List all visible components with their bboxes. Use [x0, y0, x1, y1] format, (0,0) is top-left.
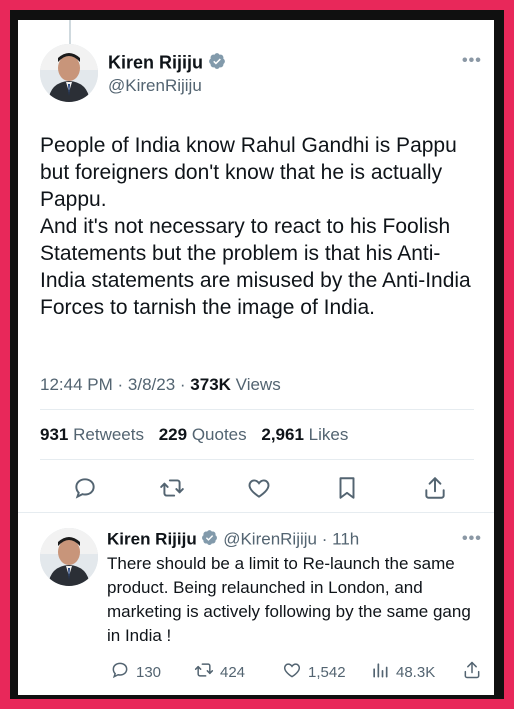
views-icon	[370, 660, 390, 684]
thread-line	[69, 20, 71, 46]
tweet-paragraph: And it's not necessary to react to his F…	[40, 215, 471, 319]
meta-dot: ·	[321, 529, 328, 549]
reply-icon[interactable]	[72, 475, 102, 505]
tweet-time[interactable]: 12:44 PM	[40, 375, 113, 394]
reply-icon	[110, 660, 130, 684]
retweet-count: 424	[220, 663, 246, 681]
reply-count: 130	[136, 663, 162, 681]
tweet-text: People of India know Rahul Gandhi is Pap…	[40, 132, 480, 321]
views-label: Views	[235, 375, 281, 394]
author-handle[interactable]: @KirenRijiju	[108, 76, 202, 96]
engagement-stats: 931 Retweets 229 Quotes 2,961 Likes	[40, 425, 358, 445]
verified-badge-icon	[201, 529, 218, 551]
more-options-icon[interactable]: •••	[462, 52, 482, 70]
like-count: 1,542	[308, 663, 346, 681]
reply-button[interactable]: 130	[110, 660, 161, 684]
avatar[interactable]	[40, 528, 98, 586]
more-options-icon[interactable]: •••	[462, 530, 482, 548]
reply-actions-bar: 130 424 1,542 48.3K	[18, 660, 494, 684]
views-count: 373K	[190, 375, 231, 394]
divider	[18, 512, 494, 513]
share-icon[interactable]	[422, 475, 452, 505]
reply-text: There should be a limit to Re-launch the…	[107, 554, 471, 645]
views-count: 48.3K	[396, 663, 436, 681]
reply-header: Kiren Rijiju @KirenRijiju · 11h	[107, 529, 359, 551]
meta-dot: ·	[179, 375, 191, 394]
avatar[interactable]	[40, 44, 98, 102]
likes-stat[interactable]: 2,961 Likes	[261, 425, 348, 444]
author-name[interactable]: Kiren Rijiju	[108, 52, 226, 75]
retweets-stat[interactable]: 931 Retweets	[40, 425, 144, 444]
like-icon[interactable]	[246, 475, 276, 505]
retweet-button[interactable]: 424	[194, 660, 245, 684]
views-button[interactable]: 48.3K	[370, 660, 435, 684]
share-button[interactable]	[462, 660, 482, 684]
tweet-age[interactable]: 11h	[332, 529, 359, 548]
divider	[40, 459, 474, 460]
share-icon	[462, 660, 482, 684]
like-button[interactable]: 1,542	[282, 660, 346, 684]
tweet-paragraph: People of India know Rahul Gandhi is Pap…	[40, 134, 457, 211]
tweet-date[interactable]: 3/8/23	[128, 375, 175, 394]
verified-badge-icon	[208, 52, 226, 75]
author-name[interactable]: Kiren Rijiju	[107, 529, 197, 548]
tweet-card: Kiren Rijiju @KirenRijiju ••• People of …	[18, 20, 494, 695]
retweet-icon	[194, 660, 214, 684]
divider	[40, 409, 474, 410]
author-handle[interactable]: @KirenRijiju	[223, 529, 317, 548]
bookmark-icon[interactable]	[334, 475, 364, 505]
tweet-actions-bar	[18, 475, 494, 505]
retweet-icon[interactable]	[159, 475, 189, 505]
dark-frame: Kiren Rijiju @KirenRijiju ••• People of …	[10, 10, 504, 699]
tweet-metadata: 12:44 PM · 3/8/23 · 373K Views	[40, 375, 281, 395]
quotes-stat[interactable]: 229 Quotes	[159, 425, 247, 444]
meta-dot: ·	[117, 375, 128, 394]
like-icon	[282, 660, 302, 684]
